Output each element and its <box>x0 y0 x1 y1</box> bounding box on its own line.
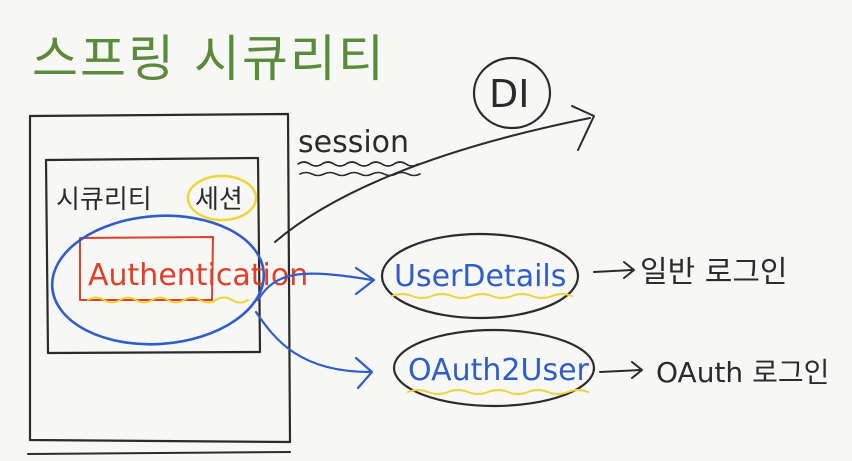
diagram-canvas: 스프링 시큐리티 시큐리티 세션 Authentication session … <box>27 30 829 455</box>
session-en-label: session <box>298 125 409 160</box>
session-en-underline <box>297 161 419 167</box>
bottom-underline <box>27 451 291 455</box>
session-kr-label: 세션 <box>195 185 243 215</box>
security-label: 시큐리티 <box>56 185 152 215</box>
di-label: DI <box>489 72 529 116</box>
oauth-login-label: OAuth 로그인 <box>656 356 829 389</box>
auth-to-oauth2user-arrow <box>254 310 372 374</box>
userdetails-label: UserDetails <box>394 259 566 294</box>
userdetails-to-login-arrow <box>593 269 633 273</box>
session-arrow-head <box>571 105 595 151</box>
userdetails-arrow-head <box>354 266 376 296</box>
authentication-label: Authentication <box>88 258 308 293</box>
normal-login-label: 일반 로그인 <box>640 255 788 290</box>
oauth2user-label: OAuth2User <box>408 353 590 388</box>
userdetails-underline <box>391 293 573 299</box>
session-en-underline-2 <box>299 171 421 177</box>
oauth2user-underline <box>407 389 589 395</box>
diagram-title: 스프링 시큐리티 <box>32 30 386 88</box>
whiteboard: 스프링 시큐리티 시큐리티 세션 Authentication session … <box>0 0 852 461</box>
oauth2user-to-login-arrow <box>599 369 641 373</box>
